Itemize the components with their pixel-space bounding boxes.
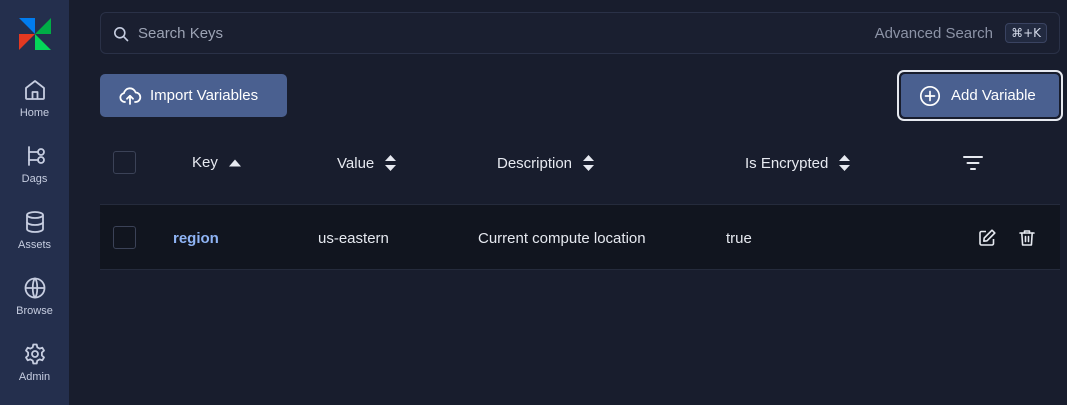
column-header-value[interactable]: Value: [337, 154, 397, 172]
variable-value: us-eastern: [318, 230, 389, 247]
select-all-checkbox[interactable]: [113, 151, 136, 174]
app-root: Home Dags Assets Browse Admin Search Key…: [0, 0, 1067, 405]
sidebar-item-label: Admin: [18, 371, 51, 383]
sidebar-item-browse[interactable]: Browse: [0, 276, 69, 332]
search-input[interactable]: [138, 22, 838, 44]
advanced-search-link[interactable]: Advanced Search: [875, 25, 993, 42]
sidebar: Home Dags Assets Browse Admin: [0, 0, 69, 405]
shortcut-badge: ⌘+K: [1005, 23, 1047, 43]
column-header-label: Key: [192, 154, 218, 171]
column-header-label: Description: [497, 154, 573, 172]
cloud-upload-icon: [119, 86, 142, 105]
import-variables-label: Import Variables: [150, 87, 259, 104]
add-variable-label: Add Variable: [951, 87, 1036, 104]
sidebar-item-home[interactable]: Home: [0, 78, 69, 134]
sidebar-item-label: Browse: [16, 305, 53, 317]
search-icon: [114, 27, 129, 42]
import-variables-button[interactable]: Import Variables: [100, 74, 287, 117]
variable-description: Current compute location: [478, 230, 646, 247]
search-bar: Advanced Search ⌘+K: [100, 12, 1060, 54]
table-header: Key Value Description Is Encrypted: [100, 133, 1060, 193]
edit-icon[interactable]: [977, 228, 997, 248]
dags-icon: [27, 146, 45, 166]
gear-icon: [24, 343, 45, 365]
sidebar-item-assets[interactable]: Assets: [0, 210, 69, 266]
sort-asc-icon: [228, 159, 241, 166]
add-variable-button[interactable]: Add Variable: [897, 70, 1063, 121]
variable-is-encrypted: true: [726, 230, 752, 247]
plus-circle-icon: [919, 85, 941, 106]
column-header-description[interactable]: Description: [497, 154, 595, 172]
column-header-key[interactable]: Key: [192, 154, 242, 171]
database-icon: [25, 211, 44, 233]
sort-icon: [839, 155, 851, 171]
sort-icon: [583, 155, 595, 171]
column-header-is-encrypted[interactable]: Is Encrypted: [745, 154, 851, 172]
sidebar-item-admin[interactable]: Admin: [0, 342, 69, 398]
table-row: region us-eastern Current compute locati…: [100, 204, 1060, 270]
sidebar-item-dags[interactable]: Dags: [0, 144, 69, 200]
sidebar-item-label: Assets: [17, 239, 51, 251]
add-variable-button-body: Add Variable: [901, 74, 1059, 117]
globe-icon: [24, 277, 45, 299]
variable-key-link[interactable]: region: [173, 230, 219, 247]
home-icon: [24, 80, 45, 100]
sidebar-item-label: Home: [19, 107, 50, 119]
column-header-label: Value: [337, 154, 375, 172]
filter-icon[interactable]: [962, 154, 984, 172]
sort-icon: [385, 155, 397, 171]
row-checkbox[interactable]: [113, 226, 136, 249]
column-header-label: Is Encrypted: [745, 154, 829, 172]
airflow-logo[interactable]: [15, 14, 55, 54]
sidebar-item-label: Dags: [21, 173, 48, 185]
trash-icon[interactable]: [1017, 228, 1037, 248]
